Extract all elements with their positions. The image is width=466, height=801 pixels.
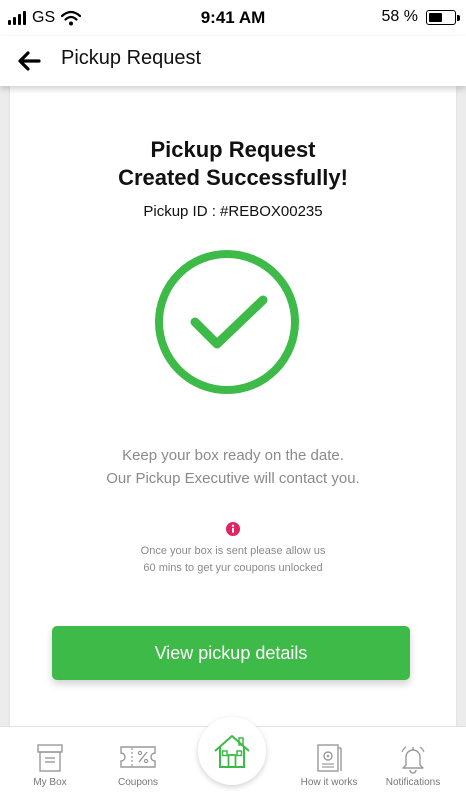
page-title: Pickup Request	[61, 47, 202, 69]
message-line1: Keep your box ready on the date.	[122, 447, 344, 464]
status-right: 58 %	[381, 8, 460, 26]
battery-percent: 58 %	[381, 8, 418, 25]
message-line2: Our Pickup Executive will contact you.	[106, 470, 360, 487]
info-icon	[226, 522, 240, 536]
coupon-icon	[120, 746, 156, 768]
note-line1: Once your box is sent please allow us	[140, 545, 326, 557]
pickup-id: Pickup ID : #REBOX00235	[143, 203, 323, 220]
nav-label-how-it-works: How it works	[300, 777, 358, 788]
coupon-note: Once your box is sent please allow us 60…	[10, 543, 456, 577]
success-title-line1: Pickup Request	[150, 137, 316, 162]
nav-item-coupons[interactable]: Coupons	[93, 727, 183, 801]
check-circle-icon	[155, 250, 299, 394]
view-pickup-details-button[interactable]: View pickup details	[52, 626, 410, 680]
success-card: Pickup Request Created Successfully! Pic…	[10, 86, 456, 726]
instruction-message: Keep your box ready on the date. Our Pic…	[10, 444, 456, 490]
bottom-nav: My Box Coupons How it works Notification…	[0, 717, 466, 801]
nav-label-notifications: Notifications	[385, 777, 441, 788]
nav-item-my-box[interactable]: My Box	[5, 727, 95, 801]
bell-icon	[401, 746, 425, 774]
battery-cap	[457, 14, 460, 21]
nav-item-notifications[interactable]: Notifications	[368, 727, 458, 801]
nav-item-home[interactable]	[198, 717, 266, 785]
success-title-line2: Created Successfully!	[118, 165, 348, 190]
battery-icon	[426, 9, 460, 25]
nav-label-my-box: My Box	[33, 777, 67, 788]
battery-fill	[429, 12, 442, 22]
app-header: Pickup Request	[0, 36, 466, 86]
success-title: Pickup Request Created Successfully!	[10, 136, 456, 192]
nav-item-how-it-works[interactable]: How it works	[284, 727, 374, 801]
book-gear-icon	[317, 744, 342, 772]
note-line2: 60 mins to get yur coupons unlocked	[143, 562, 323, 574]
arrow-left-icon[interactable]	[14, 46, 44, 76]
home-icon	[214, 735, 250, 768]
box-icon	[37, 744, 63, 772]
status-bar: GS 9:41 AM 58 %	[0, 0, 466, 36]
nav-label-coupons: Coupons	[117, 777, 159, 788]
